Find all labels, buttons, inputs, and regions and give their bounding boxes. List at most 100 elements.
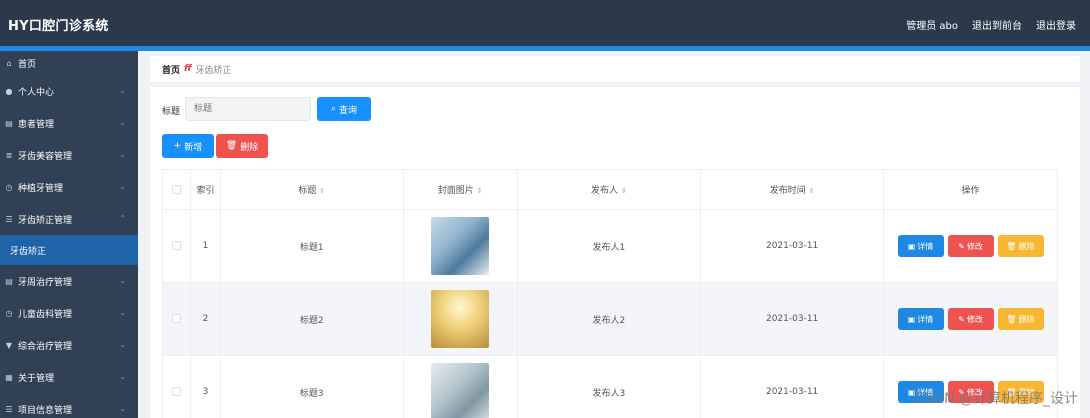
sidebar-item-about[interactable]: ▦ 关于管理 ⌄	[0, 361, 138, 393]
sidebar-item-label: 儿童齿科管理	[18, 309, 73, 320]
edit-button[interactable]: ✎ 修改	[947, 308, 994, 330]
sidebar-item-label: 首页	[18, 59, 37, 70]
sidebar-item-patients[interactable]: ▤ 患者管理 ⌄	[0, 107, 138, 139]
chevron-up-icon: ⌃	[119, 214, 126, 223]
chevron-down-icon: ⌄	[119, 340, 126, 349]
row-title: 标题2	[219, 282, 404, 356]
row-time: 2021-03-11	[700, 355, 884, 418]
edit-label: 修改	[966, 314, 983, 324]
sidebar-item-periodontal[interactable]: ▤ 牙周治疗管理 ⌄	[0, 265, 138, 297]
breadcrumb-home[interactable]: 首页	[162, 63, 180, 76]
sidebar-item-label: 牙齿矫正	[10, 246, 47, 257]
add-button[interactable]: + 新增	[162, 134, 214, 158]
sidebar-item-pediatric[interactable]: ◷ 儿童齿科管理 ⌄	[0, 297, 138, 329]
row-title: 标题3	[219, 355, 404, 418]
filter-icon: ▼	[5, 340, 13, 350]
breadcrumb: 首页 ff 牙齿矫正	[150, 56, 1080, 82]
cover-image[interactable]	[431, 217, 490, 275]
detail-button[interactable]: ▣ 详情	[897, 308, 944, 330]
sort-icon[interactable]: ⇕	[319, 187, 325, 195]
chevron-down-icon: ⌄	[119, 182, 126, 191]
row-checkbox[interactable]	[171, 314, 181, 323]
row-cover	[402, 209, 518, 283]
row-checkbox-cell[interactable]	[162, 282, 191, 356]
layers-icon: ≣	[5, 150, 13, 160]
sidebar-item-label: 关于管理	[18, 373, 55, 384]
header-checkbox-cell[interactable]	[162, 169, 191, 210]
row-publisher: 发布人2	[516, 282, 702, 356]
sidebar-item-cosmetic[interactable]: ≣ 牙齿美容管理 ⌄	[0, 139, 138, 171]
row-publisher: 发布人1	[516, 209, 702, 283]
row-publisher: 发布人3	[516, 355, 702, 418]
batch-delete-button[interactable]: 🗑 删除	[216, 134, 268, 158]
detail-icon: ▣	[907, 241, 916, 251]
search-input[interactable]	[185, 97, 311, 121]
sidebar-subitem-orthodontic[interactable]: 牙齿矫正	[0, 235, 138, 265]
sort-icon[interactable]: ⇕	[809, 187, 815, 195]
query-button-label: 查询	[339, 105, 358, 116]
detail-button[interactable]: ▣ 详情	[897, 235, 944, 257]
detail-label: 详情	[917, 314, 934, 324]
cover-image[interactable]	[431, 290, 490, 348]
header-title-label: 标题	[298, 186, 317, 196]
row-checkbox[interactable]	[171, 241, 181, 250]
document-icon: ▤	[5, 276, 13, 286]
trash-icon: 🗑	[225, 141, 238, 151]
header-cover-label: 封面图片	[437, 186, 474, 196]
header-publisher[interactable]: 发布人 ⇕	[516, 169, 702, 210]
chevron-down-icon: ⌄	[119, 118, 126, 127]
edit-icon: ✎	[958, 314, 965, 324]
header-cover[interactable]: 封面图片 ⇕	[402, 169, 518, 210]
header-title[interactable]: 标题 ⇕	[219, 169, 404, 210]
logout-link[interactable]: 退出登录	[1036, 17, 1076, 32]
select-all-checkbox[interactable]	[171, 184, 181, 194]
watermark-text: CSDN @计算机程序_设计	[914, 391, 1078, 407]
table-header-row: 索引 标题 ⇕ 封面图片 ⇕ 发布人 ⇕ 发布时间 ⇕ 操作	[162, 169, 1058, 210]
row-checkbox-cell[interactable]	[162, 355, 191, 418]
sidebar-item-project-info[interactable]: ☰ 项目信息管理 ⌄	[0, 393, 138, 418]
sidebar-item-label: 牙齿矫正管理	[18, 215, 73, 226]
chevron-down-icon: ⌄	[119, 86, 126, 95]
table-row: 2 标题2 发布人2 2021-03-11 ▣ 详情 ✎ 修改 🗑 删除	[162, 282, 1058, 356]
header-time[interactable]: 发布时间 ⇕	[700, 169, 884, 210]
chevron-down-icon: ⌄	[119, 150, 126, 159]
sidebar-item-label: 综合治疗管理	[18, 341, 73, 352]
query-button[interactable]: ⌕ 查询	[317, 97, 371, 121]
chevron-down-icon: ⌄	[119, 372, 126, 381]
row-checkbox-cell[interactable]	[162, 209, 191, 283]
cover-image[interactable]	[431, 363, 490, 418]
sidebar-item-comprehensive[interactable]: ▼ 综合治疗管理 ⌄	[0, 329, 138, 361]
edit-icon: ✎	[958, 241, 965, 251]
main-content: 首页 ff 牙齿矫正 标题 ⌕ 查询 + 新增 🗑 删除 索引 标题 ⇕	[138, 51, 1090, 418]
topbar-actions: 管理员 abo 退出到前台 退出登录	[906, 17, 1076, 32]
sort-icon[interactable]: ⇕	[477, 187, 483, 195]
search-icon: ⌕	[330, 104, 337, 114]
clock-icon: ◷	[5, 308, 13, 318]
header-index: 索引	[189, 169, 221, 210]
list-icon: ☰	[5, 404, 13, 414]
sidebar-item-orthodontic[interactable]: ☰ 牙齿矫正管理 ⌃	[0, 203, 138, 235]
delete-button-label: 删除	[240, 142, 259, 153]
sidebar-item-label: 患者管理	[18, 119, 55, 130]
sort-icon[interactable]: ⇕	[621, 187, 627, 195]
sidebar-item-home[interactable]: ⌂ 首页	[0, 51, 138, 75]
sidebar-item-label: 牙齿美容管理	[18, 151, 73, 162]
row-time: 2021-03-11	[700, 282, 884, 356]
user-icon: ●	[5, 86, 13, 96]
delete-label: 删除	[1018, 241, 1035, 251]
clock-icon: ◷	[5, 182, 13, 192]
delete-button[interactable]: 🗑 删除	[997, 235, 1044, 257]
sidebar-item-personal-center[interactable]: ● 个人中心 ⌄	[0, 75, 138, 107]
row-time: 2021-03-11	[700, 209, 884, 283]
sidebar-item-implant[interactable]: ◷ 种植牙管理 ⌄	[0, 171, 138, 203]
admin-user-label: 管理员 abo	[906, 21, 958, 32]
trash-icon: 🗑	[1006, 314, 1017, 324]
delete-button[interactable]: 🗑 删除	[997, 308, 1044, 330]
document-icon: ▤	[5, 118, 13, 128]
list-panel: 标题 ⌕ 查询 + 新增 🗑 删除 索引 标题 ⇕ 封面图片 ⇕ 发布人 ⇕	[150, 87, 1080, 418]
table-row: 3 标题3 发布人3 2021-03-11 ▣ 详情 ✎ 修改 🗑 删除	[162, 355, 1058, 418]
edit-button[interactable]: ✎ 修改	[947, 235, 994, 257]
chevron-down-icon: ⌄	[119, 308, 126, 317]
row-checkbox[interactable]	[171, 387, 181, 396]
exit-to-front-link[interactable]: 退出到前台	[972, 17, 1022, 32]
